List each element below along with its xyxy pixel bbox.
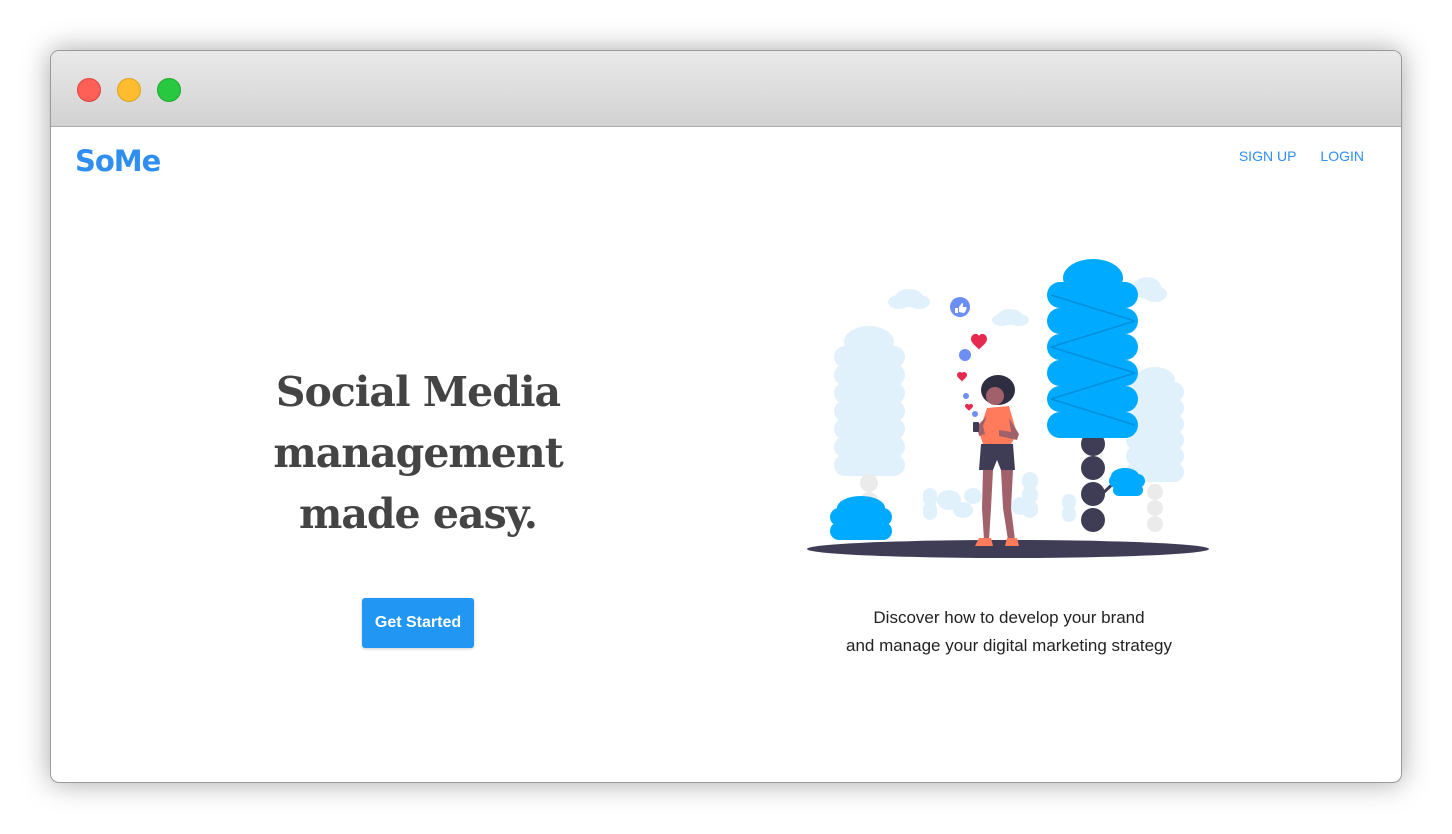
headline-line-1: Social Media bbox=[275, 368, 561, 416]
top-nav: SIGN UP LOGIN bbox=[1239, 148, 1364, 164]
maximize-button[interactable] bbox=[157, 78, 181, 102]
get-started-button[interactable]: Get Started bbox=[362, 598, 474, 648]
headline-line-2: management bbox=[273, 429, 563, 477]
woman-with-phone-illustration bbox=[807, 259, 1209, 558]
hero-headline: Social Media management made easy. bbox=[218, 362, 618, 545]
title-bar bbox=[51, 51, 1401, 127]
hero-tagline: Discover how to develop your brand and m… bbox=[809, 604, 1209, 660]
sign-up-link[interactable]: SIGN UP bbox=[1239, 148, 1297, 164]
browser-window: SoMe SIGN UP LOGIN Social Media manageme… bbox=[50, 50, 1402, 783]
login-link[interactable]: LOGIN bbox=[1320, 148, 1364, 164]
close-button[interactable] bbox=[77, 78, 101, 102]
tagline-line-2: and manage your digital marketing strate… bbox=[845, 636, 1172, 655]
tagline-line-1: Discover how to develop your brand bbox=[873, 608, 1145, 627]
landing-page: SoMe SIGN UP LOGIN Social Media manageme… bbox=[51, 128, 1401, 782]
logo[interactable]: SoMe bbox=[75, 144, 161, 178]
headline-line-3: made easy. bbox=[298, 490, 538, 538]
minimize-button[interactable] bbox=[117, 78, 141, 102]
